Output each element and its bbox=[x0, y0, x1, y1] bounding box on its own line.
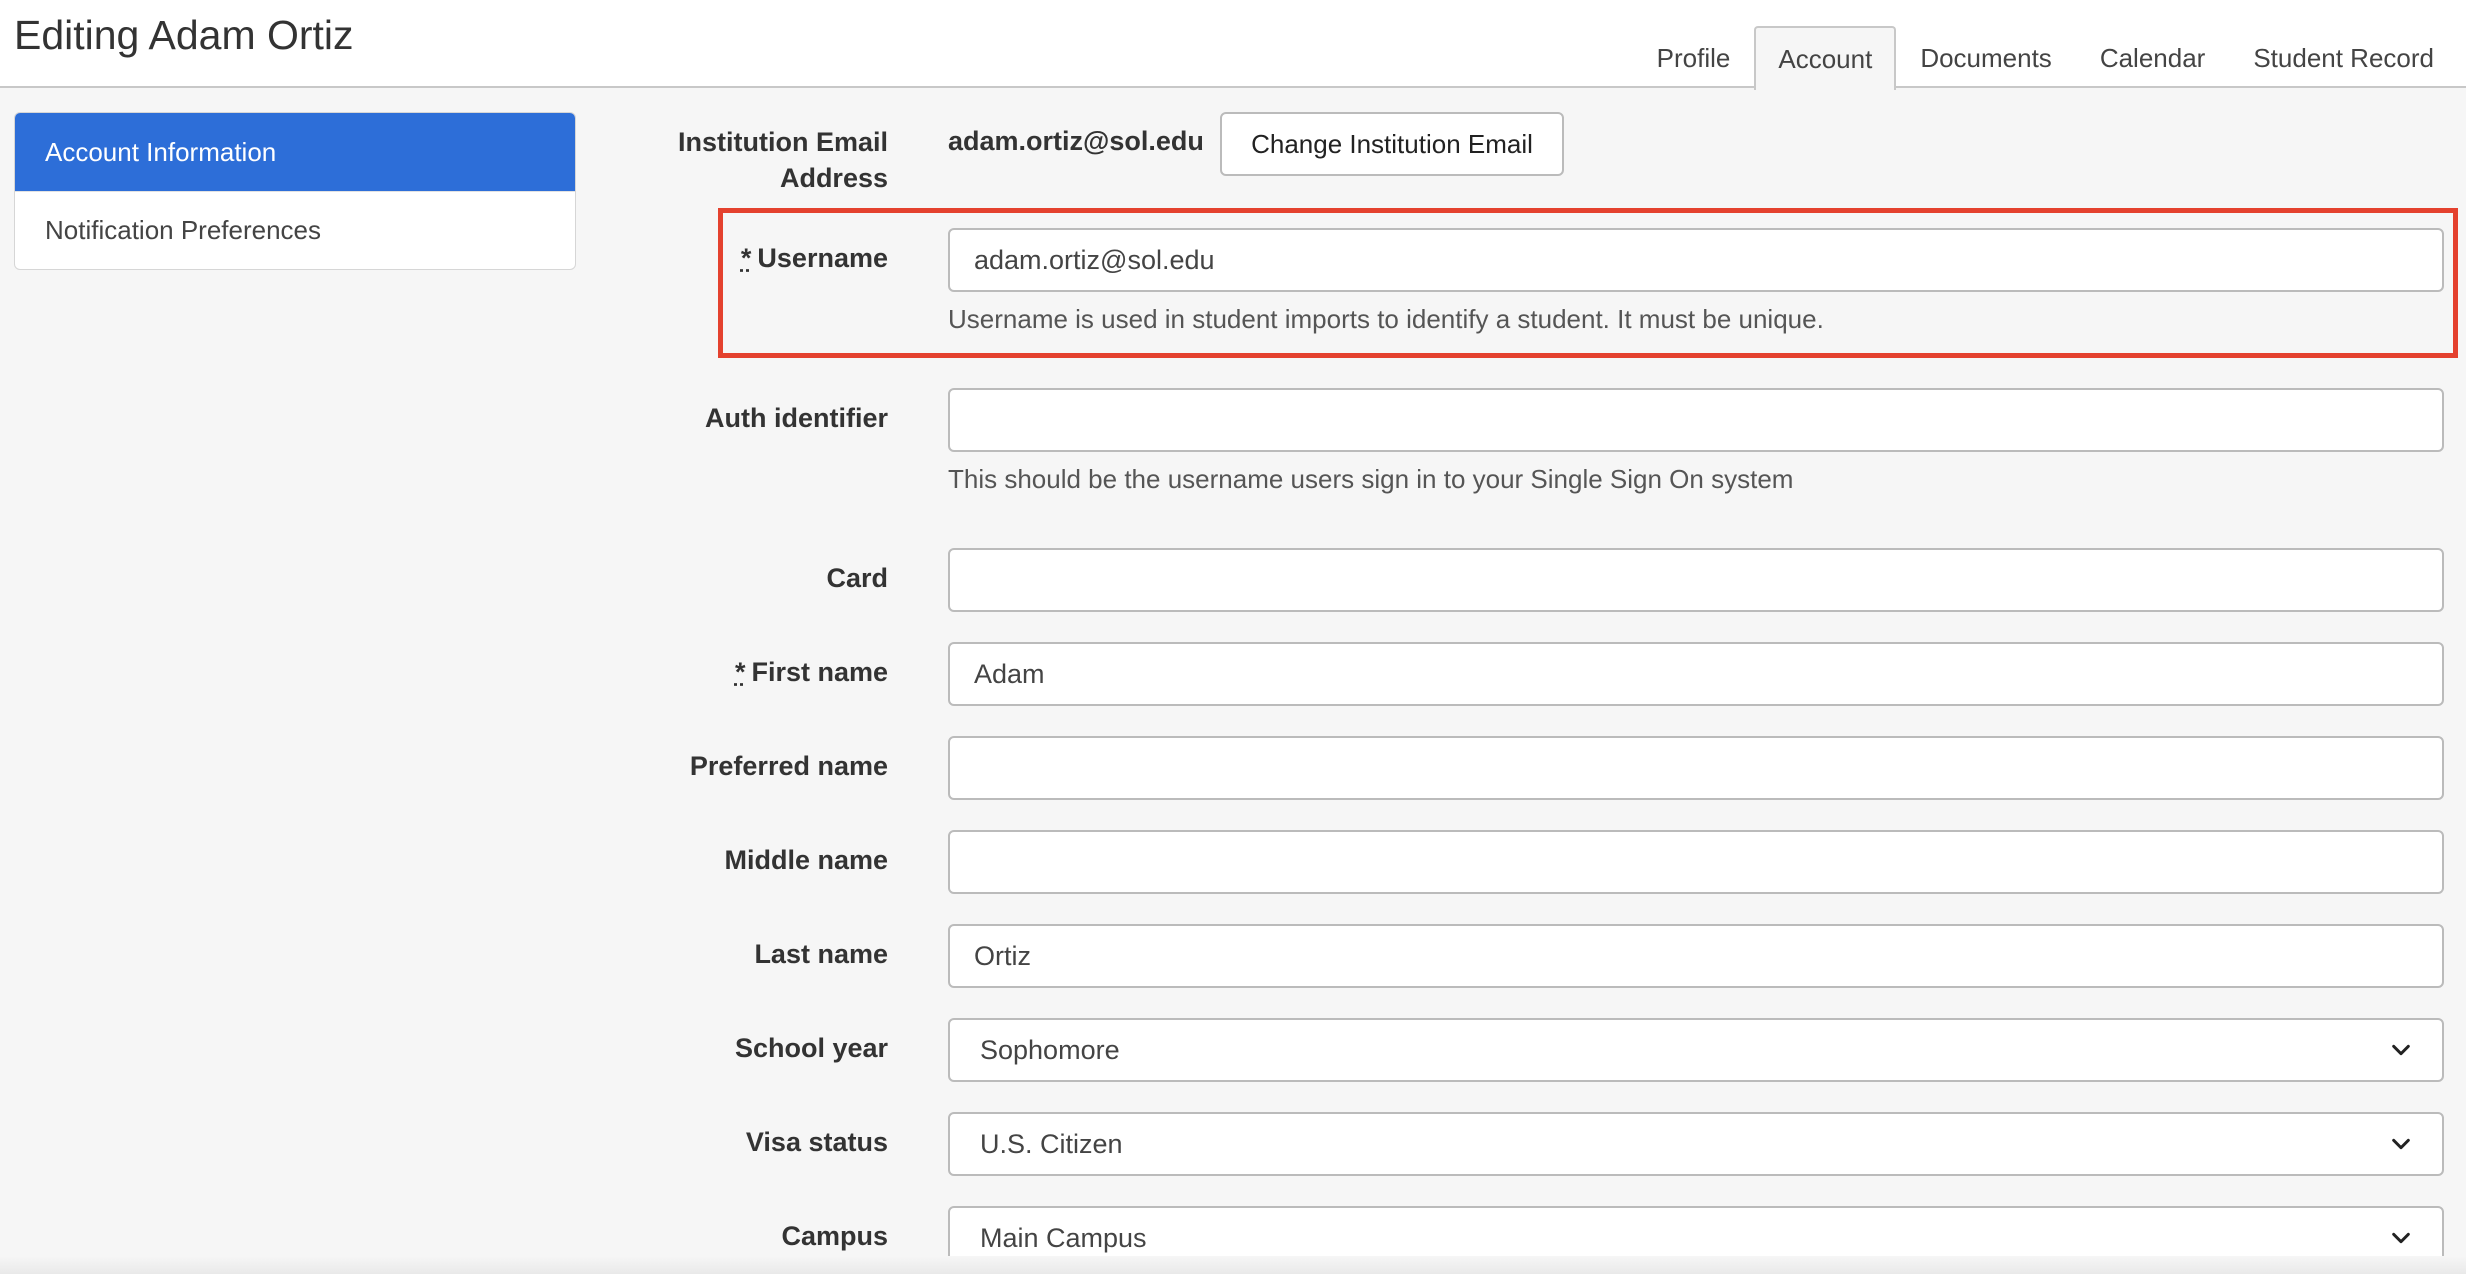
institution-email-value: adam.ortiz@sol.edu bbox=[948, 126, 1204, 156]
tab-student-record[interactable]: Student Record bbox=[2229, 26, 2458, 88]
auth-identifier-help-text: This should be the username users sign i… bbox=[948, 464, 1794, 494]
campus-value: Main Campus bbox=[980, 1222, 1147, 1253]
required-marker: * bbox=[740, 243, 752, 273]
school-year-select[interactable]: Sophomore bbox=[948, 1018, 2444, 1082]
tab-account[interactable]: Account bbox=[1754, 26, 1897, 90]
username-label-text: Username bbox=[757, 243, 888, 273]
last-name-label: Last name bbox=[754, 939, 888, 969]
institution-email-label: Institution Email Address bbox=[588, 124, 888, 196]
page-title: Editing Adam Ortiz bbox=[14, 12, 354, 58]
username-help-text: Username is used in student imports to i… bbox=[948, 304, 1824, 334]
institution-email-label-line2: Address bbox=[779, 163, 888, 193]
auth-identifier-label: Auth identifier bbox=[705, 403, 888, 433]
tab-bar: Profile Account Documents Calendar Stude… bbox=[1633, 26, 2458, 90]
school-year-value: Sophomore bbox=[980, 1034, 1120, 1065]
campus-label: Campus bbox=[781, 1221, 888, 1251]
school-year-label: School year bbox=[734, 1033, 888, 1063]
bottom-fade bbox=[0, 1256, 2466, 1274]
tab-calendar[interactable]: Calendar bbox=[2076, 26, 2230, 88]
visa-status-label: Visa status bbox=[745, 1127, 888, 1157]
required-marker: * bbox=[734, 657, 746, 687]
institution-email-label-line1: Institution Email bbox=[677, 127, 888, 157]
tab-documents[interactable]: Documents bbox=[1896, 26, 2076, 88]
first-name-label-text: First name bbox=[751, 657, 888, 687]
page: Editing Adam Ortiz Profile Account Docum… bbox=[0, 0, 2466, 1274]
chevron-down-icon bbox=[2392, 1138, 2410, 1150]
username-input[interactable]: adam.ortiz@sol.edu bbox=[948, 228, 2444, 292]
chevron-down-icon bbox=[2392, 1232, 2410, 1244]
chevron-down-icon bbox=[2392, 1044, 2410, 1056]
visa-status-value: U.S. Citizen bbox=[980, 1128, 1123, 1159]
card-label: Card bbox=[826, 563, 888, 593]
sidebar-item-notification-preferences[interactable]: Notification Preferences bbox=[15, 191, 575, 269]
change-institution-email-button[interactable]: Change Institution Email bbox=[1220, 112, 1564, 176]
sidebar-item-account-information[interactable]: Account Information bbox=[15, 113, 575, 191]
auth-identifier-input[interactable] bbox=[948, 388, 2444, 452]
username-label: * Username bbox=[588, 240, 888, 276]
header: Editing Adam Ortiz Profile Account Docum… bbox=[0, 0, 2466, 90]
preferred-name-input[interactable] bbox=[948, 736, 2444, 800]
middle-name-label: Middle name bbox=[724, 845, 888, 875]
first-name-label: * First name bbox=[588, 654, 888, 690]
last-name-input[interactable]: Ortiz bbox=[948, 924, 2444, 988]
tab-profile[interactable]: Profile bbox=[1633, 26, 1755, 88]
preferred-name-label: Preferred name bbox=[689, 751, 888, 781]
sidebar: Account Information Notification Prefere… bbox=[14, 112, 576, 270]
card-input[interactable] bbox=[948, 548, 2444, 612]
middle-name-input[interactable] bbox=[948, 830, 2444, 894]
visa-status-select[interactable]: U.S. Citizen bbox=[948, 1112, 2444, 1176]
first-name-input[interactable]: Adam bbox=[948, 642, 2444, 706]
